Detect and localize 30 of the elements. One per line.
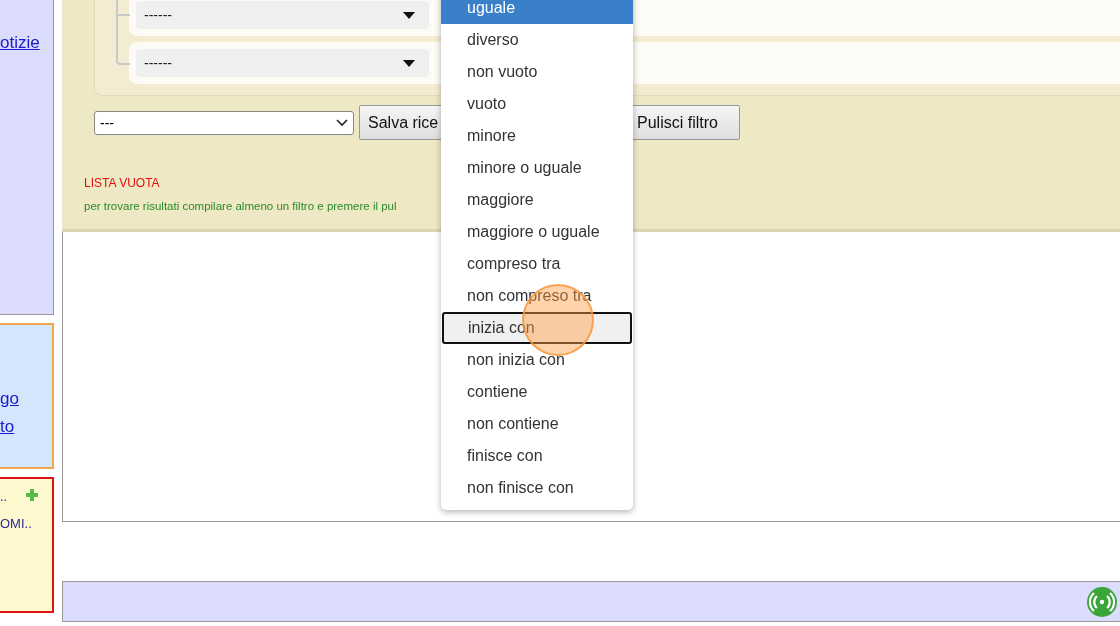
- news-link[interactable]: otizie: [0, 33, 40, 53]
- dropdown-option[interactable]: non contiene: [441, 408, 633, 440]
- sidebar-link[interactable]: go: [0, 389, 19, 409]
- dropdown-option[interactable]: compreso tra: [441, 248, 633, 280]
- dropdown-option[interactable]: vuoto: [441, 88, 633, 120]
- dropdown-option[interactable]: non vuoto: [441, 56, 633, 88]
- sidebar-link[interactable]: to: [0, 417, 15, 437]
- dropdown-option[interactable]: non finisce con: [441, 472, 633, 504]
- note-item[interactable]: OMI..: [0, 516, 32, 531]
- hint-text: per trovare risultati compilare almeno un filtro e premere il pul: [84, 200, 397, 212]
- caret-icon: [403, 59, 415, 67]
- dropdown-option[interactable]: uguale: [441, 0, 633, 24]
- plus-icon[interactable]: [26, 489, 38, 501]
- note-item[interactable]: ..: [0, 489, 8, 504]
- dropdown-option[interactable]: finisce con: [441, 440, 633, 472]
- saved-search-select[interactable]: ---: [94, 110, 354, 135]
- dropdown-option[interactable]: maggiore: [441, 184, 633, 216]
- caret-icon: [403, 11, 415, 19]
- dropdown-option[interactable]: minore o uguale: [441, 152, 633, 184]
- dropdown-option[interactable]: non inizia con: [441, 344, 633, 376]
- tree-lines-drawing: [116, 0, 130, 67]
- broadcast-icon[interactable]: [1086, 585, 1118, 618]
- dropdown-option[interactable]: diverso: [441, 24, 633, 56]
- field-select[interactable]: ------: [136, 49, 429, 77]
- status-text: LISTA VUOTA: [84, 176, 160, 190]
- field-select[interactable]: ------: [136, 1, 429, 29]
- chevron-down-icon: [336, 118, 348, 127]
- dropdown-option[interactable]: maggiore o uguale: [441, 216, 633, 248]
- dropdown-option[interactable]: minore: [441, 120, 633, 152]
- dropdown-option[interactable]: contiene: [441, 376, 633, 408]
